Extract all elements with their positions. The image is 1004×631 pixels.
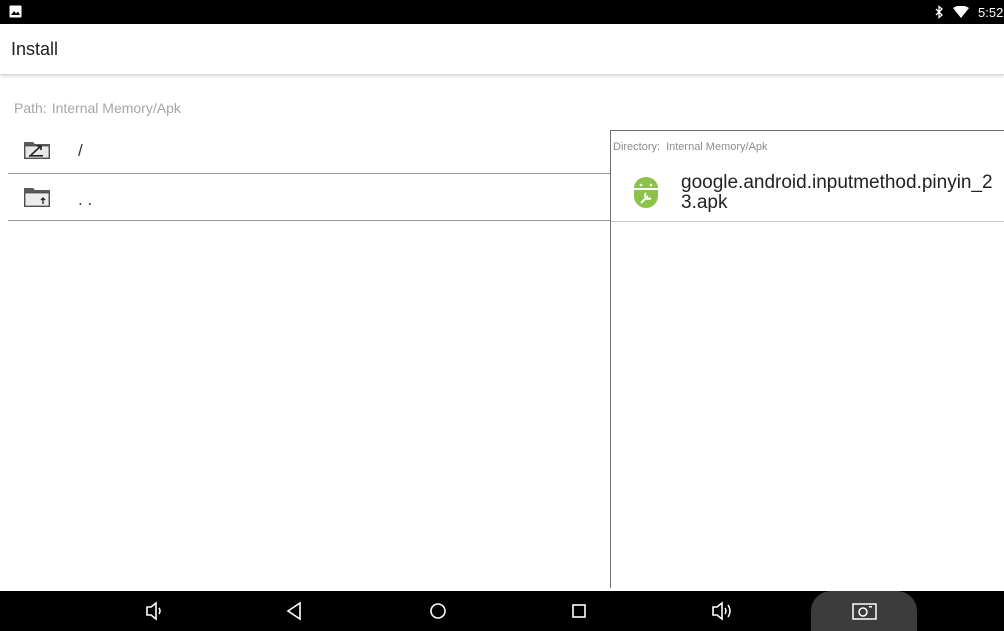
directory-label: Directory: bbox=[613, 141, 661, 153]
volume-down-icon[interactable] bbox=[143, 601, 165, 621]
status-clock: 5:52 bbox=[978, 5, 1004, 20]
directory-value: Internal Memory/Apk bbox=[666, 141, 768, 153]
apk-file-name: google.android.inputmethod.pinyin_23.apk bbox=[681, 173, 993, 213]
apk-file-item[interactable]: google.android.inputmethod.pinyin_23.apk bbox=[611, 163, 1004, 222]
current-path: Path: Internal Memory/Apk bbox=[14, 100, 181, 116]
app-toolbar: Install bbox=[0, 24, 1004, 75]
folder-up-icon bbox=[24, 142, 50, 159]
list-item-parent[interactable]: . . bbox=[8, 174, 610, 221]
folder-icon bbox=[24, 188, 50, 207]
directory-panel: Directory: Internal Memory/Apk google.and… bbox=[610, 130, 1004, 588]
bluetooth-icon bbox=[935, 5, 943, 19]
directory-name: / bbox=[78, 141, 83, 160]
list-item-root[interactable]: / bbox=[8, 129, 610, 174]
directory-list: / . . bbox=[8, 129, 610, 221]
recents-icon[interactable] bbox=[568, 601, 590, 621]
wifi-icon bbox=[953, 6, 969, 18]
volume-up-icon[interactable] bbox=[710, 601, 732, 621]
path-label: Path: bbox=[14, 100, 47, 116]
android-apk-icon bbox=[634, 177, 658, 208]
page-title: Install bbox=[11, 39, 59, 59]
screenshot-icon bbox=[852, 603, 877, 620]
home-icon[interactable] bbox=[427, 601, 449, 621]
status-bar: 5:52 bbox=[0, 0, 1004, 24]
directory-name: . . bbox=[78, 190, 93, 209]
path-value: Internal Memory/Apk bbox=[51, 100, 181, 116]
directory-path: Directory: Internal Memory/Apk bbox=[613, 141, 768, 153]
notification-image-icon bbox=[9, 5, 22, 18]
navigation-bar bbox=[0, 591, 1004, 631]
screenshot-button[interactable] bbox=[811, 591, 917, 631]
back-icon[interactable] bbox=[285, 601, 307, 621]
